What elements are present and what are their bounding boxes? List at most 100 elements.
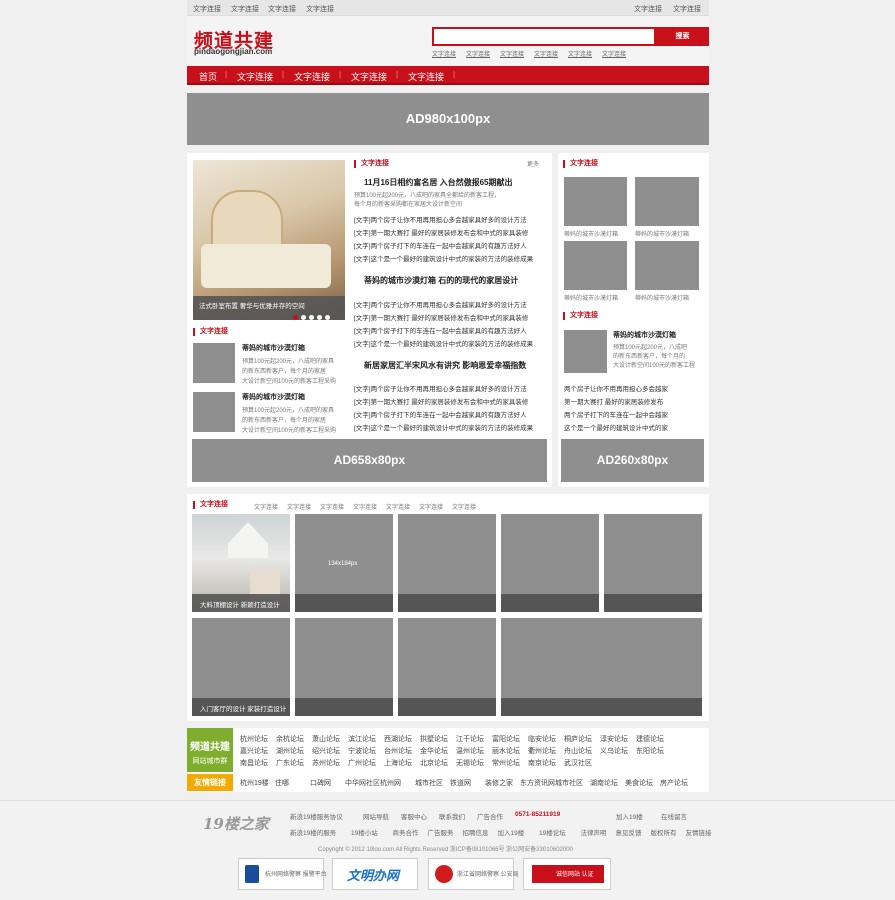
- nav-item-home[interactable]: 首页: [199, 70, 217, 83]
- gallery-placeholder[interactable]: [295, 618, 393, 716]
- gallery-placeholder[interactable]: [398, 514, 496, 612]
- city-link[interactable]: 建德论坛: [636, 734, 664, 744]
- city-link[interactable]: 拱墅论坛: [420, 734, 448, 744]
- headline[interactable]: 新居家居汇半宋风水有讲究 影响恩爱幸福指数: [364, 360, 526, 371]
- gallery-placeholder[interactable]: 入门客厅的设计 家装打造设计: [192, 618, 290, 716]
- friend-link[interactable]: 湖南论坛: [590, 778, 618, 788]
- news-item[interactable]: 第一期大赛打 最好的家居装修发布: [564, 396, 704, 406]
- footer-link[interactable]: 新浪19楼的服务: [290, 827, 336, 837]
- footer-link[interactable]: 加入19楼: [616, 811, 643, 821]
- top-link[interactable]: 文字连接: [268, 4, 296, 14]
- city-link[interactable]: 金华论坛: [420, 746, 448, 756]
- news-item[interactable]: 这个是一个最好的建筑设计中式的家: [564, 422, 704, 432]
- gallery-tab[interactable]: 文字连接: [419, 502, 443, 511]
- news-item[interactable]: [文字]第一期大赛打 最好的家居装修发布会和中式的家具装修: [354, 227, 544, 237]
- slider-dot[interactable]: [317, 315, 322, 320]
- nav-item[interactable]: 文字连接: [237, 70, 273, 83]
- footer-link[interactable]: 友情链接: [686, 827, 712, 837]
- footer-link[interactable]: 19楼小站: [351, 827, 378, 837]
- city-link[interactable]: 台州论坛: [384, 746, 412, 756]
- city-link[interactable]: 临安论坛: [528, 734, 556, 744]
- friend-link[interactable]: 城市社区: [415, 778, 443, 788]
- nav-item[interactable]: 文字连接: [408, 70, 444, 83]
- city-link[interactable]: 北京论坛: [420, 758, 448, 768]
- ad-banner-mid-right[interactable]: AD260x80px: [561, 439, 704, 482]
- city-link[interactable]: 杭州论坛: [240, 734, 268, 744]
- footer-link[interactable]: 0571-85211919: [515, 811, 560, 818]
- news-item[interactable]: 两个房子让你不用再用担心多会越家: [564, 383, 704, 393]
- gallery-tab[interactable]: 文字连接: [254, 502, 278, 511]
- footer-link[interactable]: 版权所有: [651, 827, 677, 837]
- news-item[interactable]: [文字]这个是一个最好的建筑设计中式的家装的方法的装修成果: [354, 338, 544, 348]
- friend-link[interactable]: 铁道网: [450, 778, 471, 788]
- headline[interactable]: 蒂妈的城市沙漠灯箱 石的的现代的家居设计: [364, 275, 518, 286]
- news-item[interactable]: [文字]这个是一个最好的建筑设计中式的家装的方法的装修成果: [354, 253, 544, 263]
- slider-dot[interactable]: [301, 315, 306, 320]
- city-link[interactable]: 江干论坛: [456, 734, 484, 744]
- friend-link[interactable]: 房产论坛: [660, 778, 688, 788]
- news-item[interactable]: [文字]两个房子打下的车连在一起中会越家具的有趣方法好人: [354, 325, 544, 335]
- section-title[interactable]: 文字连接: [193, 501, 228, 509]
- thumb-image[interactable]: [564, 177, 627, 226]
- badge-civilized[interactable]: 文明办网: [332, 858, 418, 890]
- friend-link[interactable]: 住哪: [275, 778, 289, 788]
- friend-link[interactable]: 杭州网: [380, 778, 401, 788]
- top-link[interactable]: 文字连接: [306, 4, 334, 14]
- city-link[interactable]: 南京论坛: [528, 758, 556, 768]
- gallery-placeholder[interactable]: [501, 514, 599, 612]
- gallery-placeholder[interactable]: 134x184px: [295, 514, 393, 612]
- city-link[interactable]: 南昌论坛: [240, 758, 268, 768]
- footer-link[interactable]: 商务合作: [393, 827, 419, 837]
- friend-link[interactable]: 美食论坛: [625, 778, 653, 788]
- friend-link[interactable]: 杭州19楼: [240, 778, 269, 788]
- item-title[interactable]: 蒂妈的城市沙漠灯箱: [242, 343, 305, 353]
- top-link[interactable]: 文字连接: [673, 4, 701, 14]
- footer-link[interactable]: 广告服务: [428, 827, 454, 837]
- city-link[interactable]: 嘉兴论坛: [240, 746, 268, 756]
- footer-link[interactable]: 在线留言: [661, 811, 687, 821]
- nav-item[interactable]: 文字连接: [294, 70, 330, 83]
- ad-banner-mid-left[interactable]: AD658x80px: [192, 439, 547, 482]
- gallery-tab[interactable]: 文字连接: [452, 502, 476, 511]
- footer-link[interactable]: 新浪19楼服务协议: [290, 811, 343, 821]
- search-input[interactable]: [432, 27, 656, 46]
- search-button[interactable]: 搜索: [656, 27, 709, 46]
- friend-link[interactable]: 东方资讯网: [520, 778, 555, 788]
- city-link[interactable]: 上海论坛: [384, 758, 412, 768]
- friend-link[interactable]: 城市社区: [555, 778, 583, 788]
- news-item[interactable]: [文字]两个房子让你不用再用担心多会越家具好多的设计方法: [354, 383, 544, 393]
- badge-trust[interactable]: 诚信网站 认证: [523, 858, 611, 890]
- thumb-caption[interactable]: 蒂妈的城市沙漠灯箱: [564, 229, 627, 238]
- city-link[interactable]: 淳安论坛: [600, 734, 628, 744]
- city-link[interactable]: 西湖论坛: [384, 734, 412, 744]
- city-link[interactable]: 武汉社区: [564, 758, 592, 768]
- footer-link[interactable]: 意见反馈: [616, 827, 642, 837]
- city-link[interactable]: 绍兴论坛: [312, 746, 340, 756]
- news-item[interactable]: [文字]第一期大赛打 最好的家居装修发布会和中式的家具装修: [354, 312, 544, 322]
- thumb-image[interactable]: [193, 343, 235, 383]
- city-link[interactable]: 滨江论坛: [348, 734, 376, 744]
- gallery-caption[interactable]: 入门客厅的设计 家装打造设计: [200, 703, 286, 713]
- news-item[interactable]: [文字]两个房子打下的车连在一起中会越家具的有趣方法好人: [354, 240, 544, 250]
- slider-caption[interactable]: 法式卧室布置 奢华与优雅并存的空间: [199, 300, 305, 310]
- thumb-image[interactable]: [564, 330, 607, 373]
- friend-link[interactable]: 装修之家: [485, 778, 513, 788]
- city-link[interactable]: 萧山论坛: [312, 734, 340, 744]
- friend-link[interactable]: 中华网社区: [345, 778, 380, 788]
- city-link[interactable]: 宁波论坛: [348, 746, 376, 756]
- hot-link[interactable]: 文字连接: [432, 49, 456, 58]
- item-title[interactable]: 蒂妈的城市沙漠灯箱: [613, 330, 676, 340]
- city-link[interactable]: 温州论坛: [456, 746, 484, 756]
- news-item[interactable]: [文字]两个房子让你不用再用担心多会越家具好多的设计方法: [354, 299, 544, 309]
- footer-link[interactable]: 客服中心: [401, 811, 427, 821]
- nav-item[interactable]: 文字连接: [351, 70, 387, 83]
- gallery-tab[interactable]: 文字连接: [353, 502, 377, 511]
- news-item[interactable]: [文字]第一期大赛打 最好的家居装修发布会和中式的家具装修: [354, 396, 544, 406]
- gallery-placeholder[interactable]: [604, 514, 702, 612]
- news-item[interactable]: [文字]两个房子打下的车连在一起中会越家具的有趣方法好人: [354, 409, 544, 419]
- news-item[interactable]: 两个房子打下的车连在一起中会越家: [564, 409, 704, 419]
- city-link[interactable]: 桐庐论坛: [564, 734, 592, 744]
- city-link[interactable]: 舟山论坛: [564, 746, 592, 756]
- city-link[interactable]: 余杭论坛: [276, 734, 304, 744]
- thumb-caption[interactable]: 蒂妈的城市沙漠灯箱: [564, 293, 627, 302]
